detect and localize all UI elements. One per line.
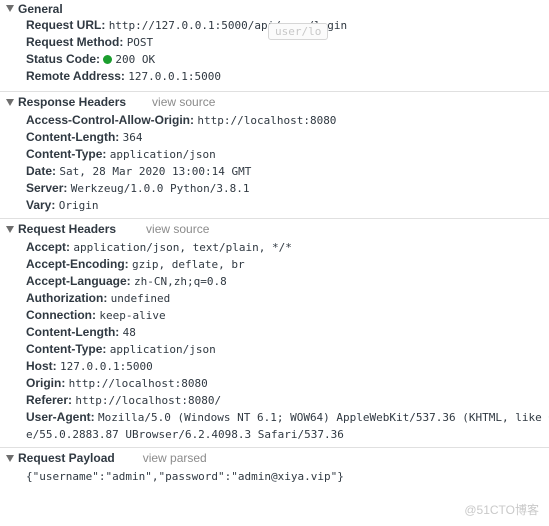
header-key: Date: [26, 164, 57, 178]
status-code-row: Status Code: 200 OK [0, 51, 549, 68]
request-method-key: Request Method: [26, 35, 124, 49]
header-row: Content-Type: application/json [0, 341, 549, 358]
header-key: Server: [26, 181, 68, 195]
header-key: Accept: [26, 240, 71, 254]
user-agent-value-line1: Mozilla/5.0 (Windows NT 6.1; WOW64) Appl… [98, 411, 549, 424]
general-header[interactable]: General [0, 0, 549, 17]
header-key: Origin: [26, 376, 66, 390]
header-value: http://localhost:8080/ [75, 394, 222, 407]
header-row: Host: 127.0.0.1:5000 [0, 358, 549, 375]
header-key: Content-Type: [26, 147, 107, 161]
header-key: Referer: [26, 393, 73, 407]
user-agent-row: User-Agent: Mozilla/5.0 (Windows NT 6.1;… [0, 409, 549, 426]
header-value: keep-alive [99, 309, 166, 322]
header-row: Date: Sat, 28 Mar 2020 13:00:14 GMT [0, 163, 549, 180]
payload-body-row: {"username":"admin","password":"admin@xi… [0, 468, 549, 485]
header-value: application/json [109, 148, 216, 161]
status-code-key: Status Code: [26, 52, 101, 66]
general-title: General [18, 1, 63, 16]
header-key: Access-Control-Allow-Origin: [26, 113, 195, 127]
expand-triangle-icon[interactable] [6, 225, 14, 233]
header-key: Content-Length: [26, 130, 120, 144]
request-url-key: Request URL: [26, 18, 106, 32]
request-headers-section: Request Headers view source Accept: appl… [0, 218, 549, 447]
header-key: Host: [26, 359, 57, 373]
response-headers-section: Response Headers view source Access-Cont… [0, 91, 549, 218]
header-value: 127.0.0.1:5000 [60, 360, 153, 373]
request-payload-header[interactable]: Request Payload view parsed [0, 448, 549, 468]
request-view-source-link[interactable]: view source [146, 222, 209, 236]
header-value: 48 [122, 326, 136, 339]
header-row: Accept-Encoding: gzip, deflate, br [0, 256, 549, 273]
url-tooltip: user/lo [268, 23, 329, 40]
header-value: http://localhost:8080 [68, 377, 208, 390]
header-value: http://localhost:8080 [197, 114, 337, 127]
request-headers-title: Request Headers [18, 222, 117, 236]
general-section: General Request URL: http://127.0.0.1:50… [0, 0, 549, 91]
request-method-value: POST [126, 36, 154, 49]
header-key: Connection: [26, 308, 96, 322]
expand-triangle-icon[interactable] [6, 5, 14, 12]
remote-address-key: Remote Address: [26, 69, 125, 83]
header-value: undefined [110, 292, 171, 305]
request-headers-header[interactable]: Request Headers view source [0, 219, 549, 239]
header-row: Content-Type: application/json [0, 146, 549, 163]
header-row: Accept: application/json, text/plain, */… [0, 239, 549, 256]
header-key: Content-Length: [26, 325, 120, 339]
user-agent-continuation-row: e/55.0.2883.87 UBrowser/6.2.4098.3 Safar… [0, 426, 549, 443]
header-key: Content-Type: [26, 342, 107, 356]
header-row: Server: Werkzeug/1.0.0 Python/3.8.1 [0, 180, 549, 197]
user-agent-key: User-Agent: [26, 410, 95, 424]
header-row: Connection: keep-alive [0, 307, 549, 324]
header-value: application/json [109, 343, 216, 356]
response-headers-header[interactable]: Response Headers view source [0, 92, 549, 112]
header-row: Origin: http://localhost:8080 [0, 375, 549, 392]
header-row: Access-Control-Allow-Origin: http://loca… [0, 112, 549, 129]
remote-address-row: Remote Address: 127.0.0.1:5000 [0, 68, 549, 85]
response-headers-title: Response Headers [18, 95, 127, 109]
status-code-value: 200 OK [115, 53, 156, 66]
header-row: Authorization: undefined [0, 290, 549, 307]
watermark: @51CTO博客 [464, 503, 539, 517]
status-ok-icon [103, 55, 113, 64]
header-row: Content-Length: 364 [0, 129, 549, 146]
view-parsed-link[interactable]: view parsed [143, 451, 207, 465]
request-payload-section: Request Payload view parsed {"username":… [0, 447, 549, 485]
header-row: Vary: Origin [0, 197, 549, 214]
payload-body: {"username":"admin","password":"admin@xi… [26, 470, 344, 483]
header-value: application/json, text/plain, */* [73, 241, 292, 254]
header-key: Authorization: [26, 291, 108, 305]
header-key: Accept-Language: [26, 274, 131, 288]
header-key: Vary: [26, 198, 56, 212]
header-value: Sat, 28 Mar 2020 13:00:14 GMT [59, 165, 252, 178]
header-row: Accept-Language: zh-CN,zh;q=0.8 [0, 273, 549, 290]
user-agent-value-line2: e/55.0.2883.87 UBrowser/6.2.4098.3 Safar… [26, 428, 344, 441]
expand-triangle-icon[interactable] [6, 98, 14, 106]
remote-address-value: 127.0.0.1:5000 [128, 70, 221, 83]
header-value: zh-CN,zh;q=0.8 [134, 275, 227, 288]
response-view-source-link[interactable]: view source [152, 95, 215, 109]
request-payload-title: Request Payload [18, 451, 115, 465]
expand-triangle-icon[interactable] [6, 454, 14, 462]
header-value: Werkzeug/1.0.0 Python/3.8.1 [70, 182, 250, 195]
header-value: 364 [122, 131, 143, 144]
header-value: gzip, deflate, br [132, 258, 245, 271]
header-value: Origin [58, 199, 99, 212]
header-row: Content-Length: 48 [0, 324, 549, 341]
header-key: Accept-Encoding: [26, 257, 129, 271]
header-row: Referer: http://localhost:8080/ [0, 392, 549, 409]
